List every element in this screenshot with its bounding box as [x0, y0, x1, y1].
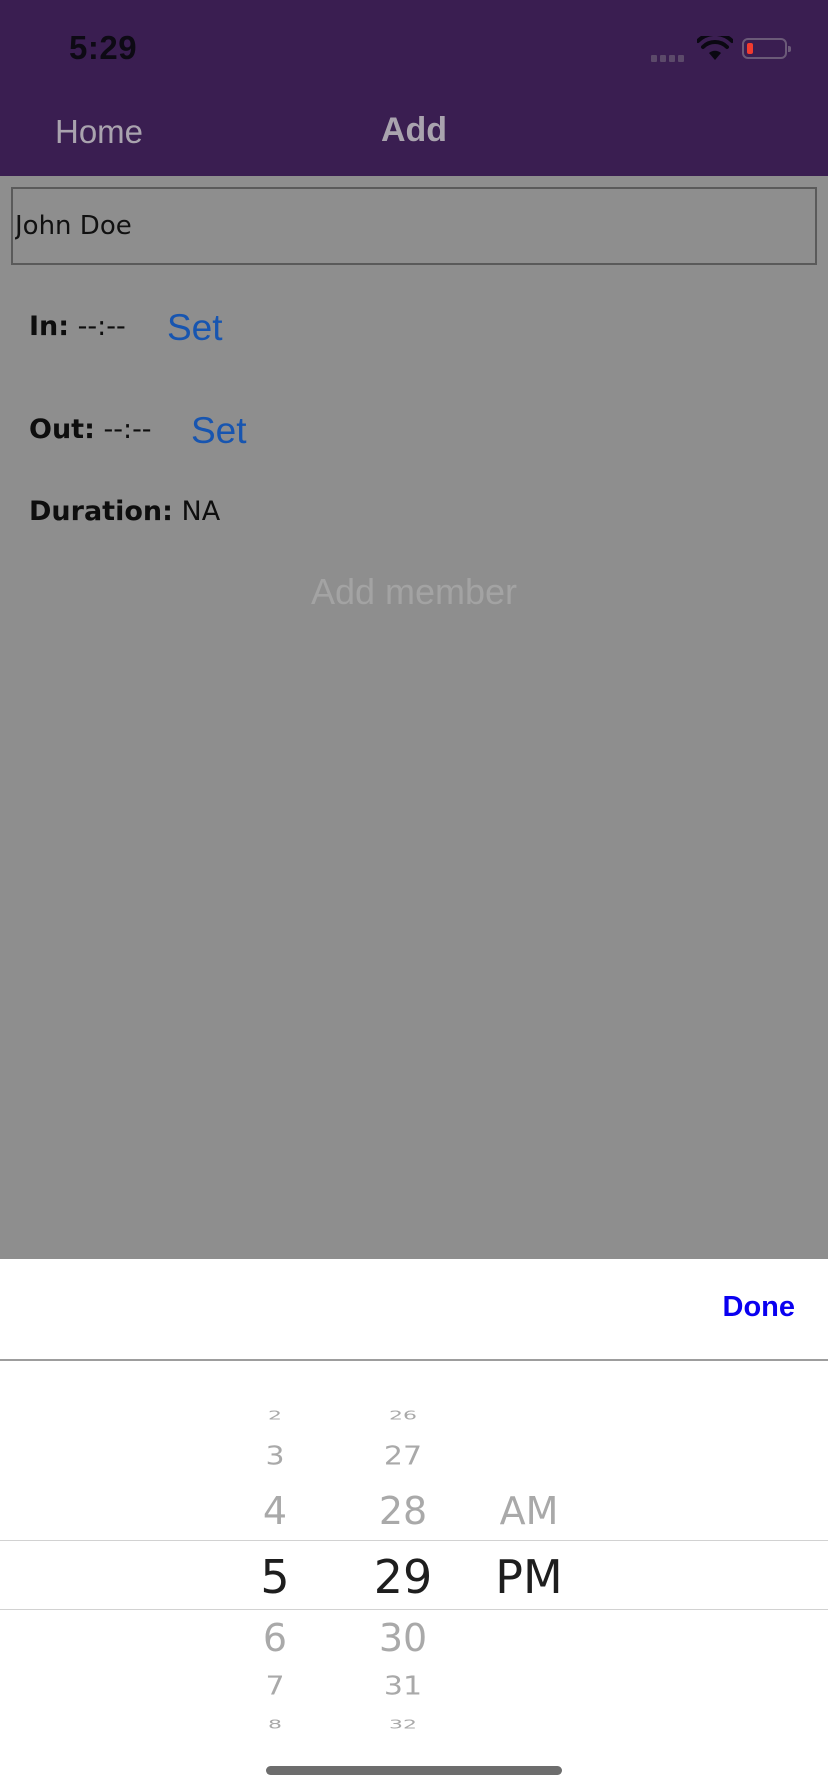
cellular-signal-icon	[651, 55, 684, 62]
set-out-button[interactable]: Set	[191, 410, 247, 452]
hour-wheel[interactable]: 2 3 4 5 6 7 8	[222, 1399, 328, 1753]
hour-option: 8	[268, 1717, 282, 1732]
header-bar: 5:29 Home Add	[0, 0, 828, 176]
hour-option: 4	[262, 1489, 288, 1533]
time-picker-sheet: Done 2 3 4 5 6 7 8 26 27 28 29 30 31 32 …	[0, 1259, 828, 1792]
in-label: In:	[29, 311, 70, 342]
minute-option: 27	[383, 1441, 423, 1472]
minute-option: 28	[378, 1489, 428, 1533]
toolbar-divider	[0, 1359, 828, 1361]
add-member-button[interactable]: Add member	[0, 571, 828, 613]
hour-option: 7	[265, 1671, 285, 1702]
duration-label: Duration:	[29, 496, 173, 527]
minute-option: 31	[383, 1671, 423, 1702]
out-time-value: --:--	[103, 414, 152, 445]
minute-option-selected: 29	[373, 1550, 433, 1604]
home-indicator	[266, 1766, 562, 1775]
set-in-button[interactable]: Set	[167, 307, 223, 349]
hour-option: 6	[262, 1616, 288, 1660]
status-time: 5:29	[69, 29, 138, 66]
minute-wheel[interactable]: 26 27 28 29 30 31 32	[350, 1399, 456, 1753]
battery-icon	[742, 38, 791, 59]
out-time-row: Out: --:--	[29, 414, 152, 445]
hour-option: 3	[265, 1441, 285, 1472]
wifi-icon	[697, 36, 733, 60]
minute-option: 32	[389, 1717, 417, 1732]
done-button[interactable]: Done	[723, 1291, 796, 1324]
meridiem-wheel[interactable]: AM PM	[470, 1399, 588, 1753]
minute-option: 30	[378, 1616, 428, 1660]
meridiem-option-selected: PM	[495, 1550, 563, 1604]
hour-option: 2	[268, 1408, 282, 1423]
name-input[interactable]	[11, 187, 817, 265]
page-title: Add	[380, 111, 448, 149]
hour-option-selected: 5	[260, 1550, 290, 1604]
out-label: Out:	[29, 414, 95, 445]
meridiem-option: AM	[499, 1489, 559, 1533]
duration-row: Duration: NA	[29, 496, 220, 527]
minute-option: 26	[389, 1408, 417, 1423]
in-time-row: In: --:--	[29, 311, 126, 342]
duration-value: NA	[181, 496, 221, 527]
in-time-value: --:--	[77, 311, 126, 342]
